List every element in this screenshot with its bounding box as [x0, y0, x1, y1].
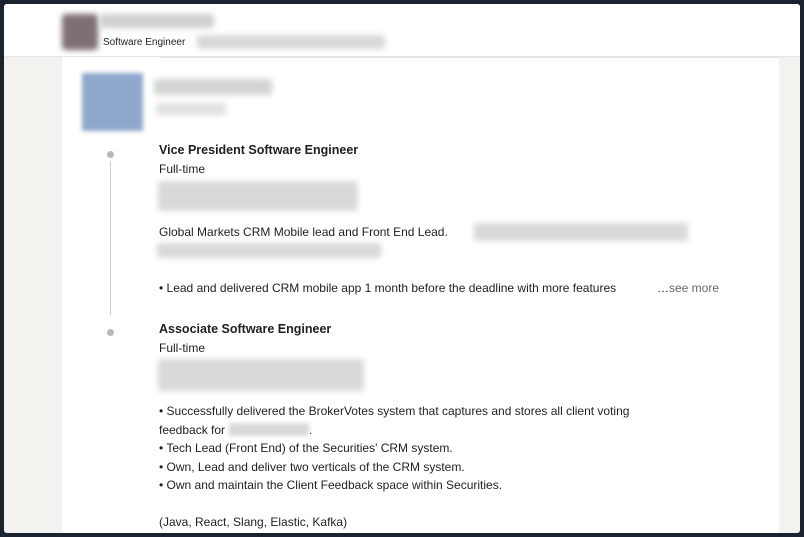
- profile-window: Software Engineer Vice President Softwar…: [4, 4, 800, 533]
- company-logo[interactable]: [82, 73, 143, 131]
- see-more-label[interactable]: see more: [669, 281, 719, 295]
- page-background-right: [779, 57, 800, 533]
- divider: [160, 57, 779, 58]
- sticky-profile-header: Software Engineer: [4, 4, 800, 57]
- role-bullet: • Lead and delivered CRM mobile app 1 mo…: [159, 281, 617, 295]
- timeline-connector: [110, 161, 111, 315]
- bullet-item: • Successfully delivered the BrokerVotes…: [159, 404, 630, 418]
- bullet-item: feedback for.: [159, 421, 629, 440]
- timeline-dot: [107, 329, 114, 336]
- role-bullets: • Successfully delivered the BrokerVotes…: [159, 402, 629, 495]
- role-title: Vice President Software Engineer: [159, 143, 359, 157]
- role-skills: (Java, React, Slang, Elastic, Kafka): [159, 515, 348, 529]
- ellipsis: …: [657, 281, 669, 295]
- redacted-client: [229, 422, 310, 436]
- bullet-item: • Own, Lead and deliver two verticals of…: [159, 459, 465, 474]
- bullet-text: feedback for: [159, 422, 226, 437]
- profile-headline: Software Engineer: [103, 37, 186, 48]
- bullet-item: • Own and maintain the Client Feedback s…: [159, 478, 503, 492]
- timeline-dot: [107, 151, 114, 158]
- redacted-description-line2: [157, 243, 381, 258]
- redacted-description: [474, 223, 688, 241]
- page-background-left: [4, 57, 62, 533]
- bullet-period: .: [309, 422, 313, 437]
- employment-type: Full-time: [159, 341, 206, 355]
- redacted-role-dates: [158, 181, 358, 211]
- bullet-item: • Tech Lead (Front End) of the Securitie…: [159, 441, 453, 455]
- experience-card: Vice President Software Engineer Full-ti…: [62, 57, 779, 533]
- redacted-company-duration: [156, 103, 226, 115]
- role-title: Associate Software Engineer: [159, 322, 332, 336]
- see-more-link[interactable]: …see more: [657, 279, 719, 297]
- redacted-profile-name: [100, 14, 214, 28]
- redacted-headline-extra: [197, 35, 385, 49]
- avatar[interactable]: [62, 14, 98, 50]
- role-description-intro: Global Markets CRM Mobile lead and Front…: [159, 225, 448, 239]
- redacted-company-name: [154, 79, 272, 95]
- redacted-role-dates: [158, 359, 364, 391]
- employment-type: Full-time: [159, 162, 206, 176]
